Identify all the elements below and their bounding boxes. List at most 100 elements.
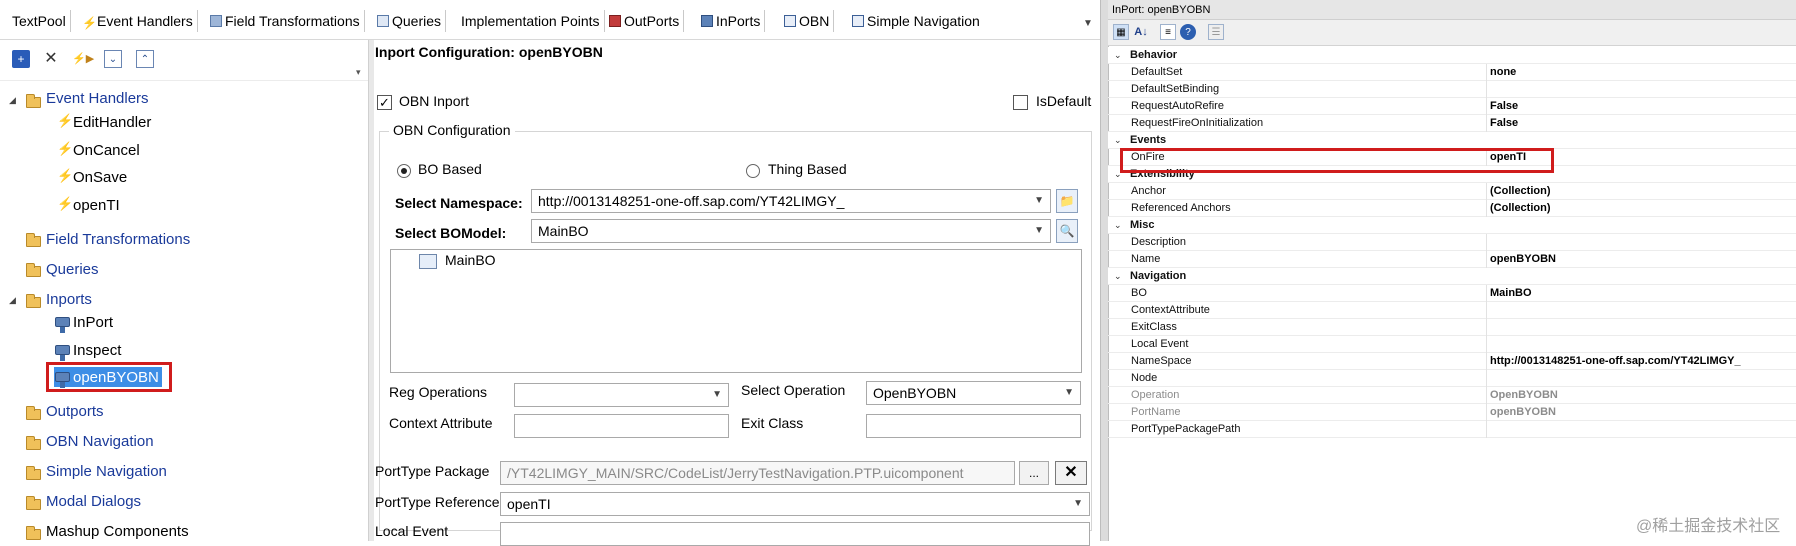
namespace-select[interactable]: http://0013148251-one-off.sap.com/YT42LI… <box>531 189 1051 213</box>
tree-node-oncancel[interactable]: OnCancel <box>73 142 140 159</box>
tab-overflow-button[interactable]: ▼ <box>1083 18 1093 29</box>
chevron-down-icon: ▼ <box>1064 387 1074 398</box>
property-value[interactable]: http://0013148251-one-off.sap.com/YT42LI… <box>1490 353 1741 370</box>
property-value[interactable]: False <box>1490 98 1518 115</box>
property-row[interactable]: DefaultSet none <box>1108 64 1796 81</box>
properties-icon[interactable]: ≡ <box>1160 24 1176 40</box>
collapse-arrow-icon[interactable]: ◢ <box>9 95 16 106</box>
add-icon[interactable]: + <box>12 50 30 68</box>
property-value[interactable]: none <box>1490 64 1516 81</box>
isdefault-checkbox[interactable] <box>1013 95 1028 110</box>
tree-node-obn-navigation[interactable]: OBN Navigation <box>46 433 154 450</box>
exit-class-input[interactable] <box>866 414 1081 438</box>
tree-node-event-handlers[interactable]: Event Handlers <box>46 90 149 107</box>
help-icon[interactable]: ? <box>1180 24 1196 40</box>
bomodel-search-button[interactable]: 🔍 <box>1056 219 1078 243</box>
tab-obn[interactable]: OBN <box>780 10 835 32</box>
tree-node-inports[interactable]: Inports <box>46 291 92 308</box>
property-row[interactable]: Operation OpenBYOBN <box>1108 387 1796 404</box>
property-value[interactable]: openBYOBN <box>1490 404 1556 421</box>
property-value[interactable]: (Collection) <box>1490 200 1551 217</box>
collapse-chevron-icon[interactable]: ⌄ <box>1114 268 1122 285</box>
tab-inports[interactable]: InPorts <box>697 10 766 32</box>
property-row[interactable]: Anchor (Collection) <box>1108 183 1796 200</box>
property-value[interactable]: MainBO <box>1490 285 1532 302</box>
tree-node-onsave[interactable]: OnSave <box>73 169 127 186</box>
tree-node-openti[interactable]: openTI <box>73 197 120 214</box>
namespace-browse-button[interactable]: 📁 <box>1056 189 1078 213</box>
local-event-input[interactable] <box>500 522 1090 546</box>
property-category[interactable]: ⌄ Misc <box>1108 217 1796 234</box>
thing-based-radio[interactable] <box>746 164 760 178</box>
tree-node-simple-navigation[interactable]: Simple Navigation <box>46 463 167 480</box>
property-row[interactable]: DefaultSetBinding <box>1108 81 1796 98</box>
tree-node-modal-dialogs[interactable]: Modal Dialogs <box>46 493 141 510</box>
tree-node-inport[interactable]: InPort <box>73 314 113 331</box>
bolt-icon: ⚡ <box>57 141 74 156</box>
property-row[interactable]: Description <box>1108 234 1796 251</box>
property-category[interactable]: ⌄ Behavior <box>1108 47 1796 64</box>
tab-label: OutPorts <box>624 13 680 29</box>
sort-alphabetical-icon[interactable]: A↓ <box>1133 24 1149 40</box>
select-operation-select[interactable]: OpenBYOBN ▼ <box>866 381 1081 405</box>
tab-simple-navigation[interactable]: Simple Navigation <box>848 10 984 32</box>
property-row[interactable]: RequestFireOnInitialization False <box>1108 115 1796 132</box>
tab-field-transformations[interactable]: Field Transformations <box>206 10 365 32</box>
categorized-icon[interactable]: ▦ <box>1113 24 1129 40</box>
reg-operations-select[interactable]: ▼ <box>514 383 729 407</box>
property-row[interactable]: Local Event <box>1108 336 1796 353</box>
event-handler-icon[interactable]: ⚡▶ <box>72 50 94 68</box>
tree-node-edithandler[interactable]: EditHandler <box>73 114 151 131</box>
tab-label: Event Handlers <box>97 13 193 29</box>
toolbar-overflow-icon[interactable]: ▾ <box>356 67 361 78</box>
tab-textpool[interactable]: TextPool <box>8 10 71 32</box>
property-row[interactable]: RequestAutoRefire False <box>1108 98 1796 115</box>
tree-node-outports[interactable]: Outports <box>46 403 104 420</box>
browse-button[interactable]: ... <box>1019 461 1049 485</box>
porttype-package-input[interactable]: /YT42LIMGY_MAIN/SRC/CodeList/JerryTestNa… <box>500 461 1015 485</box>
inport-icon <box>701 15 713 27</box>
collapse-chevron-icon[interactable]: ⌄ <box>1114 217 1122 234</box>
property-row[interactable]: NameSpace http://0013148251-one-off.sap.c… <box>1108 353 1796 370</box>
tree-node-queries[interactable]: Queries <box>46 261 99 278</box>
collapse-all-icon[interactable]: ⌃ <box>136 50 154 68</box>
tree-node-mashup-components[interactable]: Mashup Components <box>46 523 189 540</box>
property-row[interactable]: ContextAttribute <box>1108 302 1796 319</box>
tree-node-field-transformations[interactable]: Field Transformations <box>46 231 190 248</box>
property-row[interactable]: PortTypePackagePath <box>1108 421 1796 438</box>
property-value[interactable]: openBYOBN <box>1490 251 1556 268</box>
panel-splitter[interactable] <box>368 40 374 541</box>
property-row[interactable]: Name openBYOBN <box>1108 251 1796 268</box>
bo-list-item[interactable]: MainBO <box>445 252 496 268</box>
property-row[interactable]: BO MainBO <box>1108 285 1796 302</box>
tree-node-inspect[interactable]: Inspect <box>73 342 121 359</box>
property-pages-icon[interactable]: ☰ <box>1208 24 1224 40</box>
category-label: Events <box>1130 134 1167 146</box>
property-value[interactable]: OpenBYOBN <box>1490 387 1558 404</box>
property-category[interactable]: ⌄ Events <box>1108 132 1796 149</box>
property-row[interactable]: ExitClass <box>1108 319 1796 336</box>
porttype-reference-select[interactable]: openTI ▼ <box>500 492 1090 516</box>
namespace-label: Select Namespace: <box>395 195 523 211</box>
expand-all-icon[interactable]: ⌄ <box>104 50 122 68</box>
collapse-chevron-icon[interactable]: ⌄ <box>1114 132 1122 149</box>
tab-implementation-points[interactable]: Implementation Points <box>457 10 605 32</box>
tab-queries[interactable]: Queries <box>373 10 447 32</box>
collapse-chevron-icon[interactable]: ⌄ <box>1114 47 1122 64</box>
property-category[interactable]: ⌄ Navigation <box>1108 268 1796 285</box>
property-row[interactable]: Referenced Anchors (Collection) <box>1108 200 1796 217</box>
property-name: Name <box>1131 253 1161 265</box>
property-row[interactable]: Node <box>1108 370 1796 387</box>
tab-event-handlers[interactable]: ⚡Event Handlers <box>78 10 198 32</box>
tab-outports[interactable]: OutPorts <box>605 10 685 32</box>
property-value[interactable]: False <box>1490 115 1518 132</box>
obn-inport-checkbox[interactable]: ✓ <box>377 95 392 110</box>
property-value[interactable]: (Collection) <box>1490 183 1551 200</box>
property-row[interactable]: PortName openBYOBN <box>1108 404 1796 421</box>
clear-button[interactable]: ✕ <box>1055 461 1087 485</box>
bomodel-select[interactable]: MainBO ▼ <box>531 219 1051 243</box>
bo-based-radio[interactable] <box>397 164 411 178</box>
context-attribute-input[interactable] <box>514 414 729 438</box>
collapse-arrow-icon[interactable]: ◢ <box>9 295 16 306</box>
delete-icon[interactable]: ✕ <box>42 50 60 68</box>
